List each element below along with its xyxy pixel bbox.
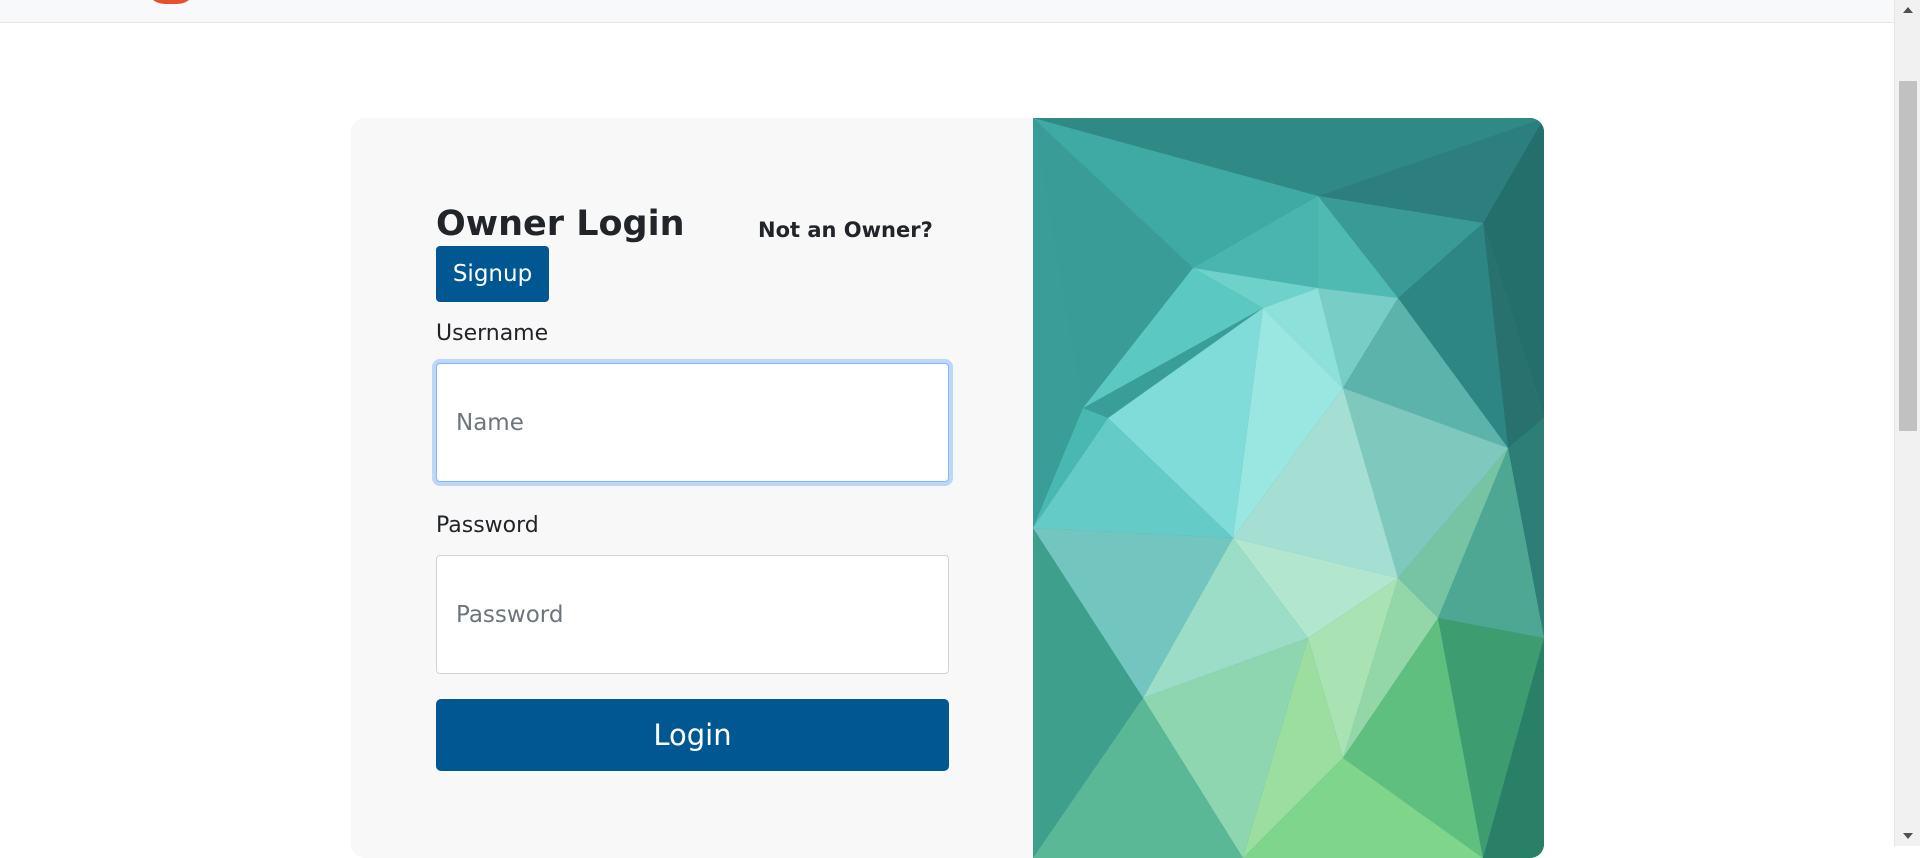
password-label: Password xyxy=(436,513,539,538)
not-owner-text: Not an Owner? xyxy=(758,218,933,242)
page-scrollbar[interactable] xyxy=(1894,0,1920,846)
scroll-thumb[interactable] xyxy=(1899,81,1917,431)
login-card: Owner Login Not an Owner? Signup Usernam… xyxy=(351,118,1544,858)
decorative-image xyxy=(1033,118,1544,858)
username-label: Username xyxy=(436,321,549,346)
username-input[interactable] xyxy=(436,363,949,482)
polygon-art-image xyxy=(1033,118,1544,858)
login-button[interactable]: Login xyxy=(436,699,949,771)
signup-button[interactable]: Signup xyxy=(436,246,549,302)
login-panel: Owner Login Not an Owner? Signup Usernam… xyxy=(351,118,1033,858)
top-navbar xyxy=(0,0,1894,23)
page-title: Owner Login xyxy=(436,204,685,244)
brand-logo-icon[interactable] xyxy=(145,0,197,4)
scroll-down-arrow-icon[interactable] xyxy=(1903,833,1913,839)
scroll-up-arrow-icon[interactable] xyxy=(1903,7,1913,13)
password-input[interactable] xyxy=(436,555,949,674)
